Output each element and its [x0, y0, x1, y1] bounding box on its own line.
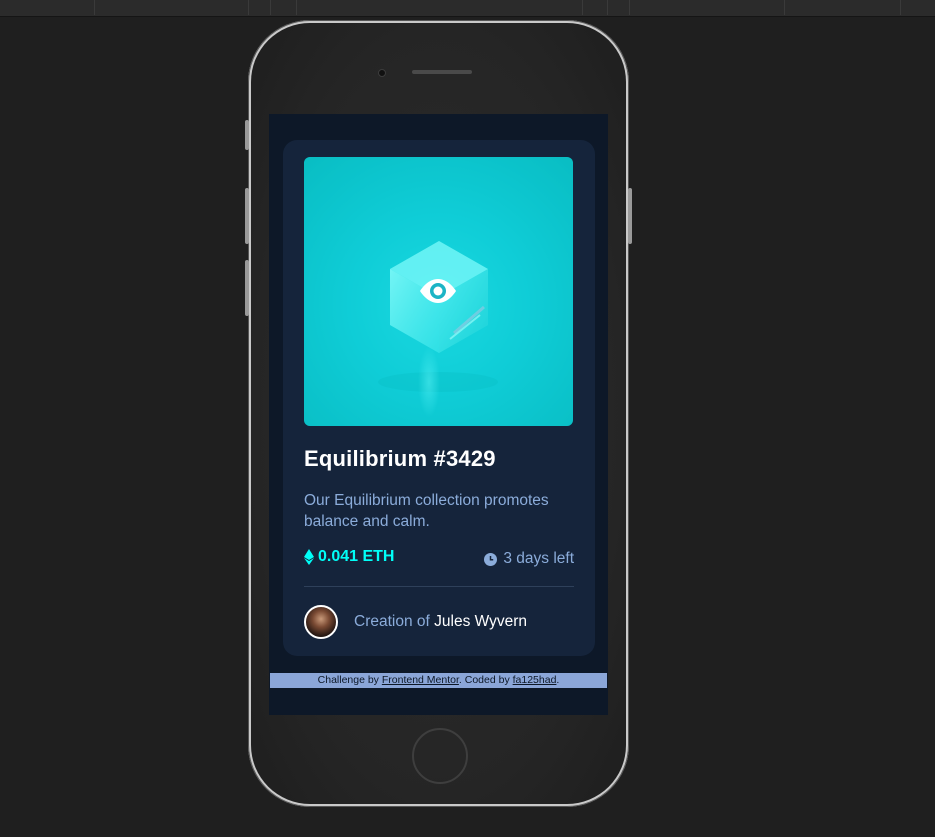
nft-description: Our Equilibrium collection promotes bala…	[304, 492, 549, 530]
price-value: 0.041 ETH	[318, 548, 395, 565]
toolbar-separator	[582, 0, 583, 15]
mute-switch[interactable]	[245, 120, 249, 150]
attribution-prefix: Challenge by	[317, 674, 379, 686]
volume-up-button[interactable]	[245, 188, 249, 244]
toolbar-separator	[94, 0, 95, 15]
attribution-bar: Challenge by Frontend Mentor. Coded by f…	[270, 673, 607, 688]
time-left-value: 3 days left	[503, 550, 574, 567]
phone-screen: Equilibrium #3429 Our Equilibrium collec…	[269, 114, 608, 715]
home-button[interactable]	[412, 728, 468, 784]
creator-info: Creation of Jules Wyvern	[304, 605, 527, 639]
toolbar-separator	[248, 0, 249, 15]
toolbar-separator	[629, 0, 630, 15]
toolbar-separator	[784, 0, 785, 15]
divider	[304, 586, 574, 587]
avatar	[304, 605, 338, 639]
attribution-suffix: .	[556, 674, 560, 686]
frontend-mentor-link[interactable]: Frontend Mentor	[382, 674, 459, 686]
front-camera	[378, 69, 386, 77]
clock-icon	[484, 552, 498, 566]
author-link[interactable]: fa125had	[513, 674, 557, 686]
attribution-middle: . Coded by	[458, 674, 510, 686]
toolbar-separator	[296, 0, 297, 15]
nft-image[interactable]	[304, 157, 573, 426]
power-button[interactable]	[628, 188, 632, 244]
nft-title[interactable]: Equilibrium #3429	[304, 446, 496, 472]
volume-down-button[interactable]	[245, 260, 249, 316]
price-info: 0.041 ETH	[304, 548, 394, 566]
creator-name-link[interactable]: Jules Wyvern	[434, 613, 527, 630]
nft-preview-card: Equilibrium #3429 Our Equilibrium collec…	[283, 140, 595, 656]
toolbar-separator	[900, 0, 901, 15]
ethereum-icon	[304, 549, 314, 565]
speaker-grille	[412, 70, 472, 74]
time-left-info: 3 days left	[484, 550, 574, 568]
browser-toolbar	[0, 0, 935, 17]
toolbar-separator	[607, 0, 608, 15]
creator-prefix: Creation of	[354, 613, 430, 630]
eye-icon	[420, 279, 456, 303]
toolbar-separator	[270, 0, 271, 15]
